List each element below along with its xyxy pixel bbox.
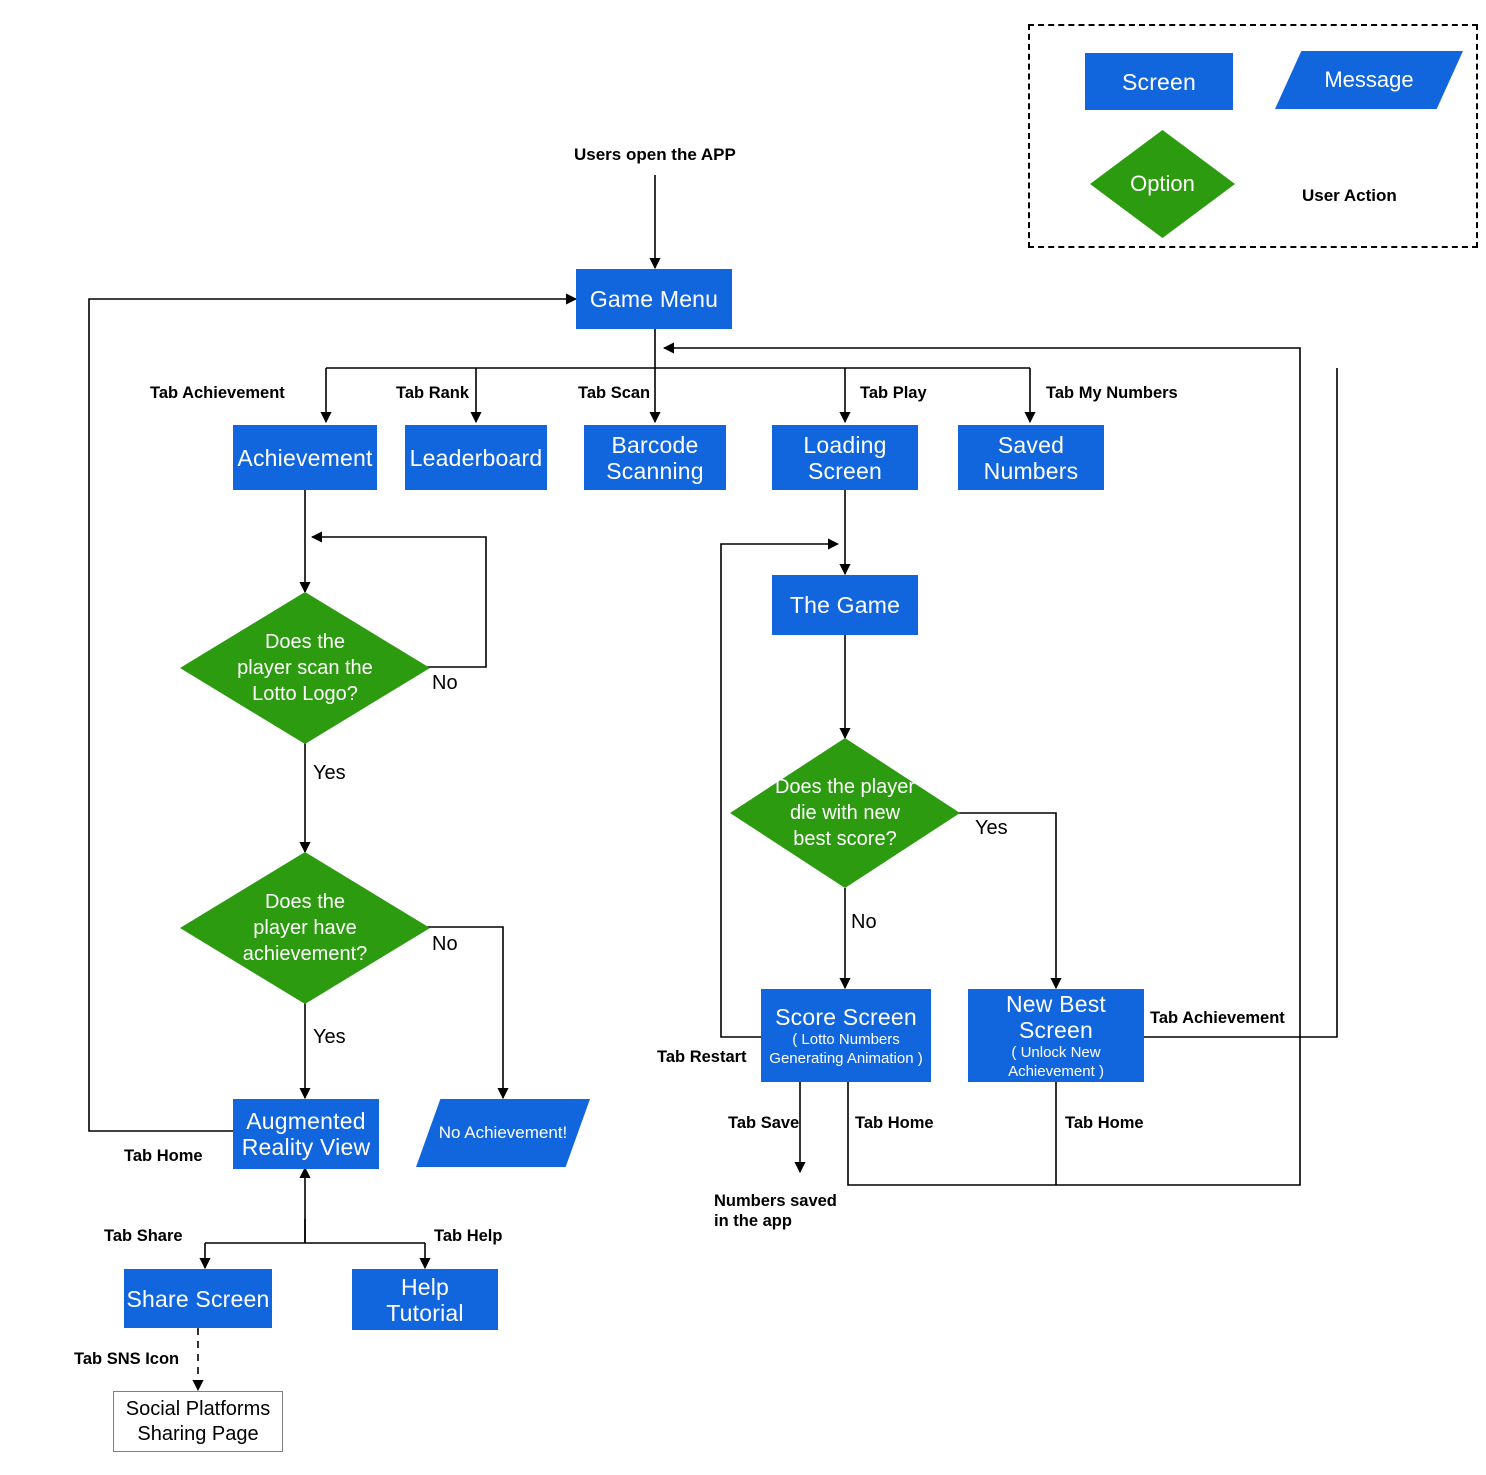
edge-label-tab-my-numbers: Tab My Numbers <box>1046 384 1178 402</box>
node-loading-screen[interactable]: Loading Screen <box>772 425 918 490</box>
edge-label-yes-have: Yes <box>313 1026 346 1048</box>
edge-label-no-best: No <box>851 911 877 933</box>
edge-label-tab-sns-icon: Tab SNS Icon <box>74 1350 180 1368</box>
edge-label-yes-best: Yes <box>975 817 1008 839</box>
node-share-screen-label: Share Screen <box>126 1285 270 1312</box>
decision-have-achievement[interactable]: Does the player have achievement? <box>180 852 430 1004</box>
node-loading-screen-label: Loading Screen <box>803 431 887 484</box>
node-social-platforms-sharing-page[interactable]: Social Platforms Sharing Page <box>113 1391 283 1452</box>
message-no-achievement: No Achievement! <box>416 1099 590 1167</box>
flowchart-canvas: Screen Message Option User Action Users … <box>0 0 1486 1475</box>
node-game-menu-label: Game Menu <box>589 286 719 312</box>
edge-label-tab-rank: Tab Rank <box>396 384 470 402</box>
node-help-tutorial[interactable]: Help Tutorial <box>352 1269 498 1330</box>
legend-box: Screen Message Option User Action <box>1028 24 1478 248</box>
message-no-achievement-label: No Achievement! <box>438 1123 568 1142</box>
legend-option-label: Option <box>1130 171 1195 196</box>
node-numbers-saved-label: Numbers saved in the app <box>714 1192 837 1230</box>
node-share-screen[interactable]: Share Screen <box>124 1269 272 1328</box>
edge-label-yes-scan: Yes <box>313 762 346 784</box>
edge-label-tab-achievement-newbest: Tab Achievement <box>1150 1009 1285 1027</box>
edge-label-tab-home-score: Tab Home <box>855 1114 934 1132</box>
node-achievement-label: Achievement <box>237 444 373 471</box>
node-the-game[interactable]: The Game <box>772 575 918 635</box>
node-new-best-screen-title: New Best Screen <box>1005 990 1107 1043</box>
edge-label-tab-achievement: Tab Achievement <box>150 384 285 402</box>
node-saved-numbers-label: Saved Numbers <box>983 431 1079 484</box>
edge-label-tab-save: Tab Save <box>728 1114 800 1132</box>
node-score-screen-title: Score Screen <box>775 1003 917 1030</box>
edge-label-no-scan: No <box>432 672 458 694</box>
decision-scan-lotto-logo[interactable]: Does the player scan the Lotto Logo? <box>180 592 430 744</box>
decision-scan-lotto-logo-label: Does the player scan the Lotto Logo? <box>237 631 373 705</box>
node-achievement[interactable]: Achievement <box>233 425 377 490</box>
legend-message-shape: Message <box>1275 51 1463 109</box>
edge-label-tab-home-left: Tab Home <box>124 1147 203 1165</box>
legend-user-action-label: User Action <box>1302 186 1397 205</box>
node-the-game-label: The Game <box>789 592 901 618</box>
node-augmented-reality-view-label: Augmented Reality View <box>241 1108 371 1160</box>
node-leaderboard-label: Leaderboard <box>409 444 543 471</box>
node-augmented-reality-view[interactable]: Augmented Reality View <box>233 1099 379 1169</box>
node-game-menu[interactable]: Game Menu <box>576 269 732 329</box>
legend-option-shape: Option <box>1090 130 1235 238</box>
node-help-tutorial-label: Help Tutorial <box>386 1273 464 1326</box>
decision-new-best-score-label: Does the player die with new best score? <box>774 776 916 850</box>
node-barcode-scanning-label: Barcode Scanning <box>606 431 704 484</box>
node-social-platforms-sharing-page-label: Social Platforms Sharing Page <box>125 1397 271 1445</box>
edge-label-tab-scan: Tab Scan <box>578 384 651 402</box>
edge-label-no-have: No <box>432 933 458 955</box>
edge-label-tab-help: Tab Help <box>434 1227 503 1245</box>
node-new-best-screen[interactable]: New Best Screen ( Unlock New Achievement… <box>968 989 1144 1082</box>
node-barcode-scanning[interactable]: Barcode Scanning <box>584 425 726 490</box>
node-new-best-screen-subtitle: ( Unlock New Achievement ) <box>1008 1043 1104 1080</box>
edge-label-tab-restart: Tab Restart <box>657 1048 747 1066</box>
node-score-screen-subtitle: ( Lotto Numbers Generating Animation ) <box>769 1030 923 1067</box>
node-leaderboard[interactable]: Leaderboard <box>405 425 547 490</box>
decision-new-best-score[interactable]: Does the player die with new best score? <box>730 738 960 888</box>
node-score-screen[interactable]: Score Screen ( Lotto Numbers Generating … <box>761 989 931 1082</box>
edge-label-tab-share: Tab Share <box>104 1227 183 1245</box>
legend-screen-shape: Screen <box>1085 53 1233 110</box>
node-saved-numbers[interactable]: Saved Numbers <box>958 425 1104 490</box>
edge-label-tab-home-newbest: Tab Home <box>1065 1114 1144 1132</box>
decision-have-achievement-label: Does the player have achievement? <box>242 891 368 965</box>
edge-label-tab-play: Tab Play <box>860 384 927 402</box>
legend-screen-label: Screen <box>1121 68 1197 95</box>
entry-label: Users open the APP <box>574 145 736 164</box>
legend-message-label: Message <box>1324 67 1414 92</box>
